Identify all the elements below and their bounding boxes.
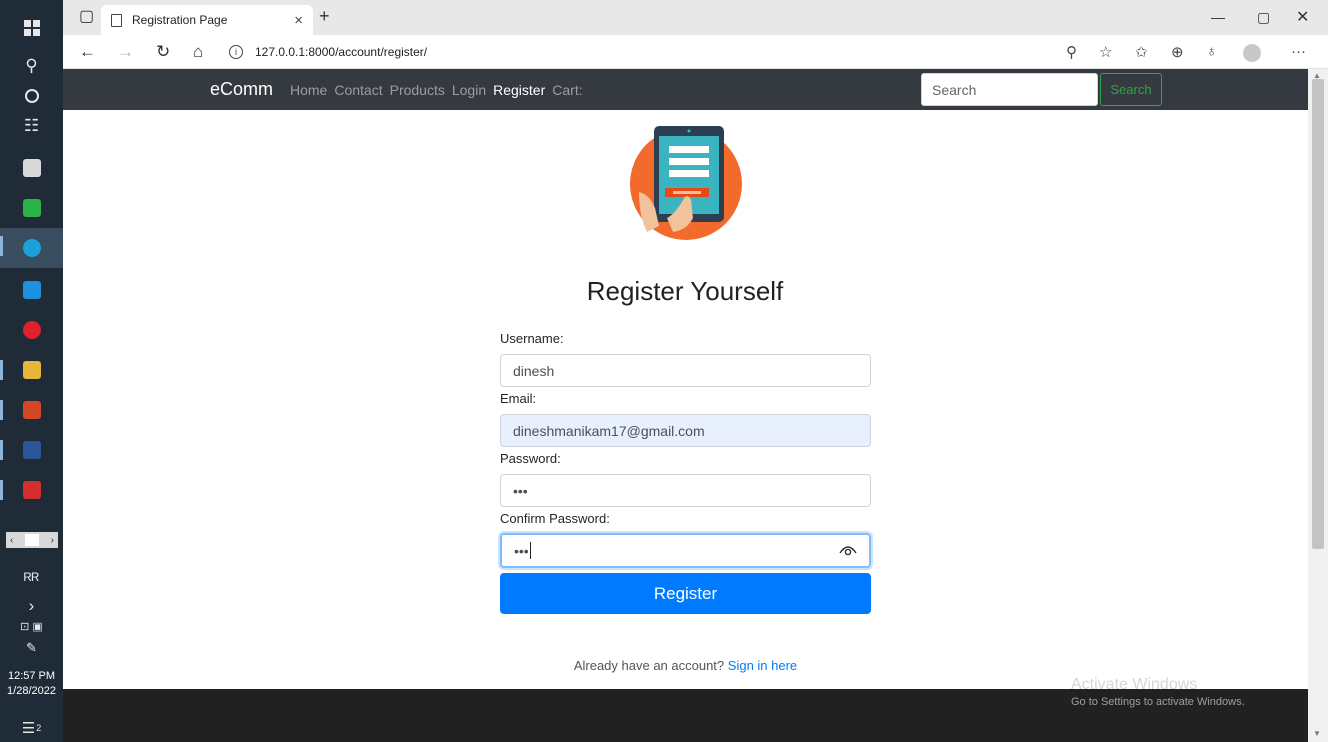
read-aloud-icon[interactable]: ⚲: [1066, 43, 1077, 61]
page-icon: [111, 13, 122, 27]
file-explorer-icon[interactable]: [0, 352, 63, 388]
scroll-down-icon[interactable]: ▼: [1313, 729, 1321, 738]
notifications-icon[interactable]: ☰ 2: [0, 710, 63, 742]
pen-icon[interactable]: ✎: [0, 630, 63, 666]
search-button[interactable]: Search: [1100, 73, 1162, 106]
windows-taskbar: ⚲ ☷ ‹ › ᴿᴿ › ⊡ ▣ ✎ 12:57 PM 1/28/2022 ☰ 2: [0, 0, 63, 742]
eye-icon[interactable]: [839, 543, 857, 559]
site-navbar: eComm Home Contact Products Login Regist…: [63, 69, 1308, 110]
collections-icon[interactable]: ⊕: [1171, 43, 1184, 61]
url-text: 127.0.0.1:8000/account/register/: [255, 45, 428, 59]
tab-title: Registration Page: [132, 13, 228, 27]
page-viewport: eComm Home Contact Products Login Regist…: [63, 69, 1308, 742]
window-close-icon[interactable]: ✕: [1296, 7, 1309, 27]
store-icon[interactable]: [0, 150, 63, 186]
tab-strip: ▢ Registration Page × + — ▢ ✕: [63, 0, 1328, 35]
watermark-subtitle: Go to Settings to activate Windows.: [1071, 696, 1245, 708]
watermark-title: Activate Windows: [1071, 676, 1198, 693]
nav-register[interactable]: Register: [493, 82, 545, 98]
acrobat-icon[interactable]: [0, 472, 63, 508]
password-label: Password:: [500, 451, 561, 466]
username-value: dinesh: [513, 362, 555, 379]
browser-tab[interactable]: Registration Page ×: [101, 5, 313, 35]
username-input[interactable]: dinesh: [500, 354, 871, 387]
favorites-icon[interactable]: ✩: [1135, 43, 1148, 61]
email-value: dineshmanikam17@gmail.com: [513, 422, 705, 439]
clock-time: 12:57 PM: [7, 670, 56, 682]
signin-prompt-text: Already have an account?: [573, 658, 725, 673]
clock-date: 1/28/2022: [7, 685, 56, 697]
brand-logo[interactable]: eComm: [210, 79, 273, 100]
text-caret: [529, 542, 531, 559]
confirm-password-label: Confirm Password:: [500, 511, 610, 526]
charts-icon[interactable]: [0, 190, 63, 226]
forward-icon[interactable]: →: [117, 42, 134, 62]
search-input[interactable]: [921, 73, 1098, 106]
windows-icon[interactable]: [0, 10, 63, 46]
tab-actions-icon[interactable]: ▢: [79, 6, 94, 26]
nav-contact[interactable]: Contact: [334, 82, 382, 98]
word-icon[interactable]: [0, 432, 63, 468]
page-scrollbar[interactable]: ▲ ▼: [1308, 69, 1328, 742]
activation-watermark: Activate Windows Go to Settings to activ…: [1071, 676, 1245, 708]
favorite-icon[interactable]: ☆: [1099, 43, 1112, 61]
signin-link[interactable]: Sign in here: [728, 658, 797, 673]
register-button[interactable]: Register: [500, 573, 871, 614]
taskbar-scroll[interactable]: ‹ ›: [6, 532, 58, 548]
page-title: Register Yourself: [586, 276, 784, 306]
info-icon[interactable]: i: [229, 45, 243, 59]
nav-links: Home Contact Products Login Register Car…: [290, 82, 583, 98]
new-tab-icon[interactable]: +: [319, 6, 330, 27]
email-input[interactable]: dineshmanikam17@gmail.com: [500, 414, 871, 447]
nav-cart[interactable]: Cart:: [552, 82, 582, 98]
nav-home[interactable]: Home: [290, 82, 327, 98]
username-label: Username:: [500, 331, 564, 346]
password-input[interactable]: •••: [500, 474, 871, 507]
nav-products[interactable]: Products: [390, 82, 445, 98]
task-view-icon[interactable]: ☷: [0, 108, 63, 144]
browser-window: ▢ Registration Page × + — ▢ ✕ ← → ↻ ⌂ i …: [63, 0, 1328, 742]
home-icon[interactable]: ⌂: [193, 42, 203, 62]
back-icon[interactable]: ←: [79, 42, 96, 62]
restore-icon[interactable]: ▢: [1257, 9, 1270, 26]
address-bar: ← → ↻ ⌂ i 127.0.0.1:8000/account/registe…: [63, 35, 1328, 69]
refresh-icon[interactable]: ↻: [156, 42, 170, 62]
close-icon[interactable]: ×: [294, 12, 303, 29]
confirm-password-input[interactable]: •••: [500, 533, 871, 568]
profile-icon[interactable]: [1243, 44, 1261, 62]
scrollbar-thumb[interactable]: [1312, 79, 1324, 549]
minimize-icon[interactable]: —: [1211, 9, 1225, 25]
url-box[interactable]: i 127.0.0.1:8000/account/register/: [229, 39, 1084, 65]
password-value: •••: [513, 482, 528, 499]
extensions-icon[interactable]: ♁: [1206, 43, 1217, 60]
signin-prompt: Already have an account? Sign in here: [500, 658, 871, 673]
confirm-password-value: •••: [514, 542, 529, 559]
mail-icon[interactable]: [0, 272, 63, 308]
register-illustration: [630, 126, 742, 240]
more-icon[interactable]: ···: [1291, 43, 1306, 60]
nav-login[interactable]: Login: [452, 82, 486, 98]
clock[interactable]: 12:57 PM 1/28/2022: [0, 669, 63, 699]
notification-count: 2: [36, 723, 42, 733]
opera-icon[interactable]: [0, 312, 63, 348]
powerpoint-icon[interactable]: [0, 392, 63, 428]
email-label: Email:: [500, 391, 537, 406]
edge-icon[interactable]: [0, 228, 63, 268]
